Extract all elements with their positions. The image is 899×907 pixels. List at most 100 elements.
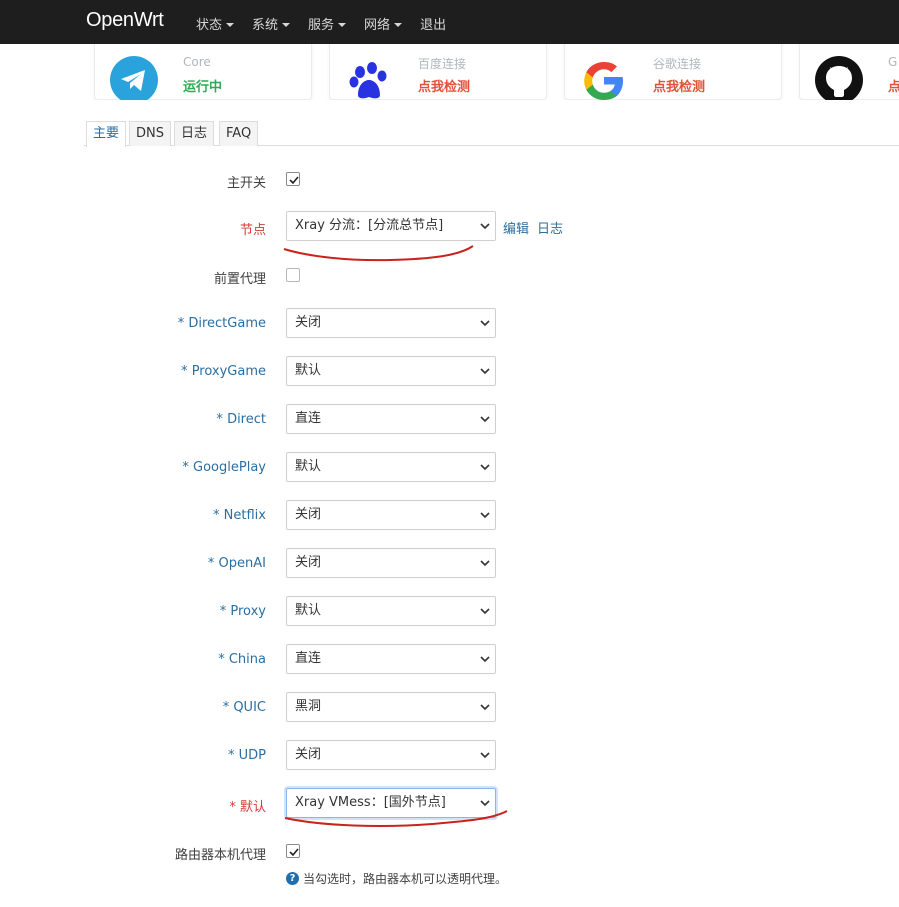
rule-select[interactable]: 黑洞 [286,692,496,722]
menu-system[interactable]: 系统 [252,14,291,33]
row-rule-googleplay: * GooglePlay 默认 [0,452,899,484]
default-select[interactable]: Xray VMess：[国外节点] [286,788,496,818]
card-core[interactable]: Core 运行中 [94,44,312,100]
caret-down-icon [338,22,347,27]
tab-dns[interactable]: DNS [129,121,171,146]
row-default: * 默认 Xray VMess：[国外节点] [0,788,899,820]
row-rule-proxygame: * ProxyGame 默认 [0,356,899,388]
row-rule-proxy: * Proxy 默认 [0,596,899,628]
edit-link[interactable]: 编辑 [503,218,529,237]
rule-label: * Proxy [220,604,266,619]
rule-select[interactable]: 关闭 [286,740,496,770]
required-mark: * [219,604,231,619]
menu-status-label: 状态 [196,18,223,33]
row-rule-directgame: * DirectGame 关闭 [0,308,899,340]
rule-select-value: 直连 [295,411,322,426]
required-mark: * [177,316,189,331]
pre-proxy-checkbox[interactable] [286,268,300,282]
rule-select-value: 默认 [295,363,322,378]
rule-name: OpenAI [218,556,266,571]
checkmark-icon [289,176,299,185]
node-label: 节点 [239,223,266,238]
section-tabs: 主要 DNS 日志 FAQ [84,121,899,147]
node-select[interactable]: Xray 分流：[分流总节点] [286,211,496,241]
rule-name: Netflix [223,508,266,523]
telegram-icon [110,56,158,100]
rule-select[interactable]: 关闭 [286,548,496,578]
chevron-down-icon [480,368,490,375]
chevron-down-icon [480,560,490,567]
menu-services-label: 服务 [308,18,335,33]
required-mark: * [181,364,192,379]
baidu-paw-icon [349,62,387,99]
card-google-status[interactable]: 点我检测 [653,76,705,95]
rule-name: Direct [227,412,266,427]
rule-select[interactable]: 直连 [286,644,496,674]
required-mark: * [182,460,194,475]
card-baidu[interactable]: 百度连接 点我检测 [329,44,547,100]
row-rule-quic: * QUIC 黑洞 [0,692,899,724]
rule-select[interactable]: 默认 [286,356,496,386]
chevron-down-icon [480,320,490,327]
rule-select-value: 关闭 [295,747,322,762]
menu-services[interactable]: 服务 [308,14,347,33]
question-icon: ? [286,872,299,885]
brand-logo[interactable]: OpenWrt [86,9,164,32]
log-link[interactable]: 日志 [537,218,563,237]
tab-main[interactable]: 主要 [86,121,127,147]
required-mark: * [216,412,228,427]
rule-select[interactable]: 默认 [286,452,496,482]
chevron-down-icon [480,656,490,663]
row-rule-direct: * Direct 直连 [0,404,899,436]
rule-select[interactable]: 关闭 [286,500,496,530]
tab-log[interactable]: 日志 [174,121,215,146]
rule-select-value: 黑洞 [295,699,322,714]
main-switch-checkbox[interactable] [286,172,300,186]
card-baidu-status[interactable]: 点我检测 [418,76,470,95]
chevron-down-icon [480,416,490,423]
default-select-value: Xray VMess：[国外节点] [295,795,446,810]
rule-name: UDP [238,748,266,763]
menu-system-label: 系统 [252,18,279,33]
rule-label: * GooglePlay [182,460,266,475]
caret-down-icon [226,22,235,27]
chevron-down-icon [480,223,490,230]
status-cards: Core 运行中 百度连接 点我检测 谷歌连接 点我检测 G 点 [0,44,899,100]
card-google-name: 谷歌连接 [653,57,702,71]
rule-select[interactable]: 关闭 [286,308,496,338]
localhost-proxy-checkbox[interactable] [286,844,300,858]
required-mark: * [229,800,240,815]
card-google[interactable]: 谷歌连接 点我检测 [564,44,782,100]
tab-faq[interactable]: FAQ [219,121,259,146]
rule-select[interactable]: 直连 [286,404,496,434]
card-github-name: G [888,55,898,69]
rule-select-value: 默认 [295,603,322,618]
rule-label: * China [218,652,266,667]
menu-status[interactable]: 状态 [196,14,235,33]
menu-logout[interactable]: 退出 [420,14,446,33]
rule-name: QUIC [233,700,266,715]
card-core-name: Core [183,55,211,69]
caret-down-icon [394,22,403,27]
menu-logout-label: 退出 [420,18,447,33]
hint-text: 当勾选时，路由器本机可以透明代理。 [303,872,508,886]
card-baidu-name: 百度连接 [418,57,467,71]
rule-name: GooglePlay [193,460,266,475]
required-mark: * [213,508,224,523]
rule-select[interactable]: 默认 [286,596,496,626]
localhost-proxy-hint: ? 当勾选时，路由器本机可以透明代理。 [286,870,507,887]
rule-name: DirectGame [188,316,266,331]
row-node: 节点 Xray 分流：[分流总节点] 编辑 日志 [0,211,899,243]
rule-select-value: 默认 [295,459,322,474]
default-label-text: 默认 [239,800,266,815]
row-rule-china: * China 直连 [0,644,899,676]
rule-select-value: 关闭 [295,507,322,522]
rule-label: * DirectGame [178,316,266,331]
card-github-status[interactable]: 点 [888,76,899,95]
card-github[interactable]: G 点 [799,44,899,100]
menu-network[interactable]: 网络 [364,14,403,33]
node-select-value: Xray 分流：[分流总节点] [295,218,444,233]
main-menu: 状态 系统 服务 网络 退出 [196,14,464,33]
localhost-proxy-label: 路由器本机代理 [174,848,266,863]
card-core-status: 运行中 [183,80,223,95]
